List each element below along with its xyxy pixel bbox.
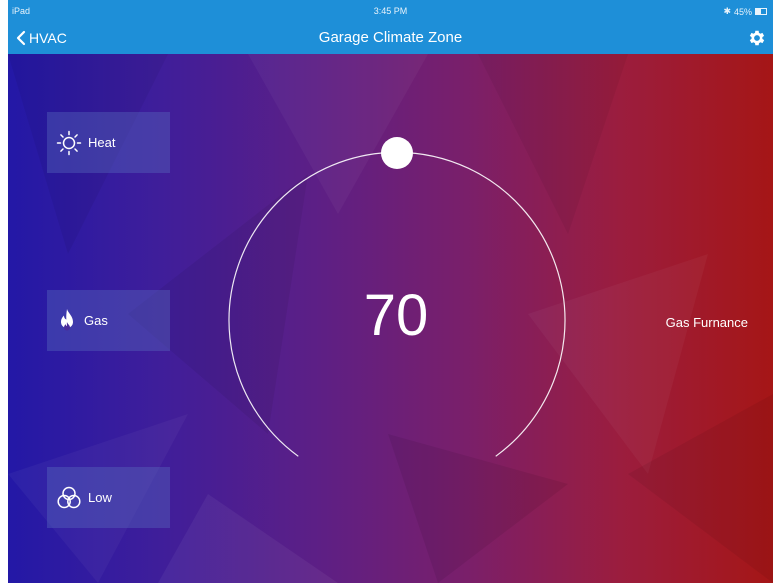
climate-panel: Heat Gas Low 70 Gas Furnance [8, 54, 773, 583]
battery-icon [755, 8, 767, 15]
clock: 3:45 PM [373, 6, 408, 16]
temperature-setpoint: 70 [363, 283, 429, 348]
status-bar: iPad 3:45 PM ✱ 45% [8, 0, 773, 22]
bluetooth-icon: ✱ [723, 6, 731, 16]
battery-percent: 45% [733, 6, 752, 17]
gear-icon[interactable] [747, 28, 767, 48]
status-right: ✱ 45% [723, 6, 767, 17]
page-title: Garage Climate Zone [318, 29, 463, 46]
equipment-label: Gas Furnance [665, 315, 748, 330]
setpoint-handle[interactable] [381, 137, 413, 169]
nav-bar: HVAC Garage Climate Zone [8, 22, 773, 54]
